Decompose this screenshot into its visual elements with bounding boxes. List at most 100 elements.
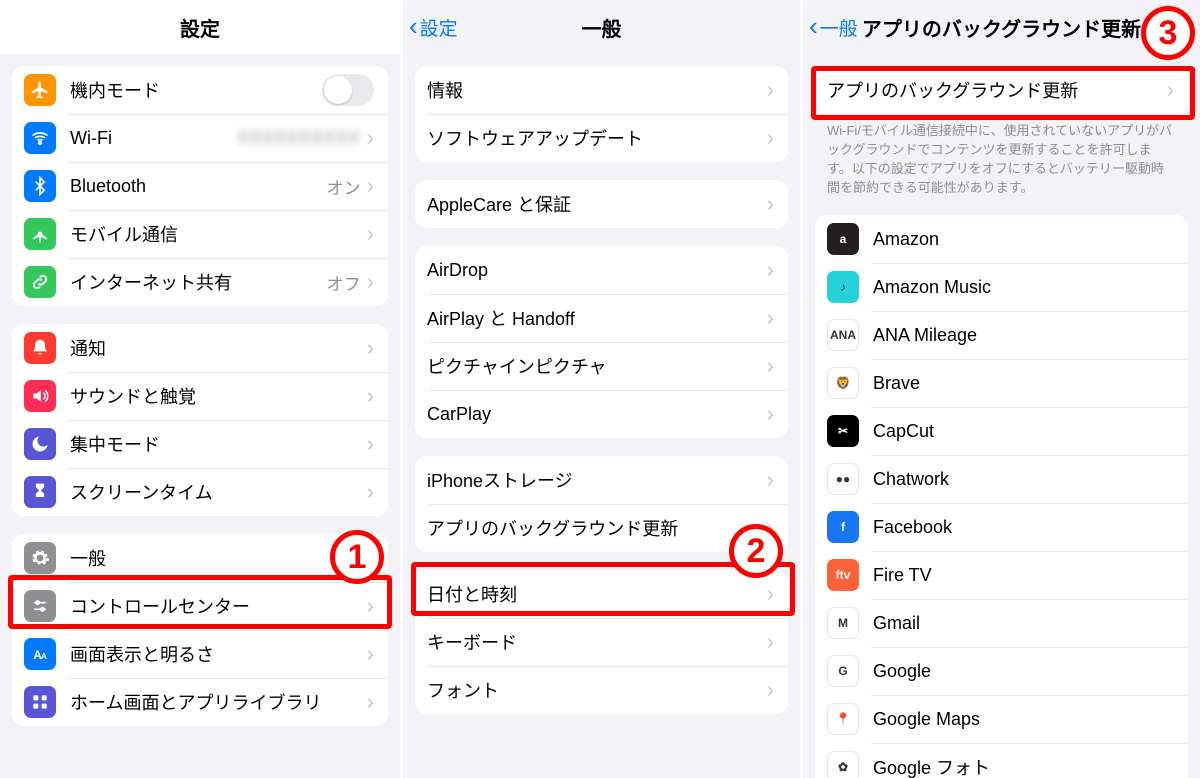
app-row[interactable]: 🦁 Brave (815, 359, 1188, 407)
chevron-right-icon: › (367, 127, 374, 149)
nav-bar: ‹ 設定 一般 (403, 0, 800, 54)
app-row[interactable]: ✿ Google フォト (815, 743, 1188, 778)
nav-bar: ‹ 一般 アプリのバックグラウンド更新 (803, 0, 1200, 54)
airplane-toggle[interactable] (322, 74, 374, 106)
app-icon: f (827, 511, 859, 543)
row-airplay[interactable]: AirPlay と Handoff› (415, 294, 788, 342)
hotspot-status: オフ (327, 270, 361, 295)
chevron-right-icon: › (367, 595, 374, 617)
chevron-right-icon: › (767, 469, 774, 491)
app-icon: ●● (827, 463, 859, 495)
app-icon: ANA (827, 319, 859, 351)
row-software-update[interactable]: ソフトウェアアップデート› (415, 114, 788, 162)
row-label: フォント (427, 677, 767, 703)
row-screentime[interactable]: スクリーンタイム › (12, 468, 388, 516)
row-control-center[interactable]: コントロールセンター › (12, 582, 388, 630)
row-general[interactable]: 一般 › (12, 534, 388, 582)
row-focus[interactable]: 集中モード › (12, 420, 388, 468)
grid-icon (24, 686, 56, 718)
app-icon: 📍 (827, 703, 859, 735)
row-fonts[interactable]: フォント› (415, 666, 788, 714)
row-label: アプリのバックグラウンド更新 (827, 77, 1167, 103)
row-airplane[interactable]: 機内モード (12, 66, 388, 114)
row-airdrop[interactable]: AirDrop› (415, 246, 788, 294)
row-display[interactable]: AA 画面表示と明るさ › (12, 630, 388, 678)
row-label: 通知 (70, 335, 367, 361)
app-row[interactable]: ✂CapCut (815, 407, 1188, 455)
nav-title: アプリのバックグラウンド更新 (862, 13, 1141, 42)
row-label: AirDrop (427, 260, 767, 281)
row-notifications[interactable]: 通知 › (12, 324, 388, 372)
app-label: Amazon (873, 229, 1174, 250)
group-notifications: 通知 › サウンドと触覚 › 集中モード › スクリーンタイム › (12, 324, 388, 516)
app-row[interactable]: M Gmail (815, 599, 1188, 647)
row-iphone-storage[interactable]: iPhoneストレージ› (415, 456, 788, 504)
nav-back-button[interactable]: ‹ 一般 (809, 0, 858, 54)
row-label: AirPlay と Handoff (427, 305, 767, 331)
row-wifi[interactable]: Wi-Fi XXXXXXXXXX › (12, 114, 388, 162)
chevron-right-icon: › (367, 385, 374, 407)
chevron-right-icon: › (1167, 79, 1174, 101)
sliders-icon (24, 590, 56, 622)
chevron-right-icon: › (767, 79, 774, 101)
app-icon: ✿ (827, 751, 859, 778)
airplane-icon (24, 74, 56, 106)
chevron-right-icon: › (367, 481, 374, 503)
chevron-right-icon: › (367, 175, 374, 197)
antenna-icon (24, 218, 56, 250)
app-row[interactable]: GGoogle (815, 647, 1188, 695)
app-label: Gmail (873, 613, 1174, 634)
row-label: 一般 (70, 545, 367, 571)
chevron-right-icon: › (767, 193, 774, 215)
app-icon: 🦁 (827, 367, 859, 399)
group-applecare: AppleCare と保証› (415, 180, 788, 228)
row-home-screen[interactable]: ホーム画面とアプリライブラリ › (12, 678, 388, 726)
row-label: キーボード (427, 629, 767, 655)
row-background-refresh-master[interactable]: アプリのバックグラウンド更新 › (815, 66, 1188, 114)
app-label: Google フォト (873, 754, 1174, 778)
chevron-right-icon: › (767, 127, 774, 149)
row-about[interactable]: 情報› (415, 66, 788, 114)
row-background-refresh[interactable]: アプリのバックグラウンド更新› (415, 504, 788, 552)
row-label: AppleCare と保証 (427, 191, 767, 217)
bell-icon (24, 332, 56, 364)
chevron-right-icon: › (367, 271, 374, 293)
row-pip[interactable]: ピクチャインピクチャ› (415, 342, 788, 390)
row-label: ソフトウェアアップデート (427, 125, 767, 151)
row-cellular[interactable]: モバイル通信 › (12, 210, 388, 258)
app-label: ANA Mileage (873, 325, 1174, 346)
nav-bar: 設定 (0, 0, 400, 54)
chevron-right-icon: › (367, 223, 374, 245)
app-row[interactable]: ●●Chatwork (815, 455, 1188, 503)
text-size-icon: AA (24, 638, 56, 670)
app-row[interactable]: ♪Amazon Music (815, 263, 1188, 311)
row-label: 集中モード (70, 431, 367, 457)
group-bgrefresh-master: アプリのバックグラウンド更新 › (815, 66, 1188, 114)
row-date-time[interactable]: 日付と時刻› (415, 570, 788, 618)
app-row[interactable]: ANA ANA Mileage (815, 311, 1188, 359)
row-label: ホーム画面とアプリライブラリ (70, 689, 367, 715)
row-label: 日付と時刻 (427, 581, 767, 607)
nav-back-button[interactable]: ‹ 設定 (409, 0, 458, 54)
row-keyboard[interactable]: キーボード› (415, 618, 788, 666)
row-applecare[interactable]: AppleCare と保証› (415, 180, 788, 228)
app-icon: ftv (827, 559, 859, 591)
svg-text:A: A (41, 651, 47, 661)
chevron-right-icon: › (767, 403, 774, 425)
app-row[interactable]: aAmazon (815, 215, 1188, 263)
row-bluetooth[interactable]: Bluetooth オン › (12, 162, 388, 210)
app-row[interactable]: ftvFire TV (815, 551, 1188, 599)
app-row[interactable]: fFacebook (815, 503, 1188, 551)
group-storage: iPhoneストレージ› アプリのバックグラウンド更新› (415, 456, 788, 552)
app-icon: M (827, 607, 859, 639)
row-carplay[interactable]: CarPlay› (415, 390, 788, 438)
chevron-right-icon: › (367, 433, 374, 455)
wifi-network: XXXXXXXXXX (237, 128, 360, 148)
app-row[interactable]: 📍Google Maps (815, 695, 1188, 743)
row-hotspot[interactable]: インターネット共有 オフ › (12, 258, 388, 306)
background-refresh-pane: ‹ 一般 アプリのバックグラウンド更新 アプリのバックグラウンド更新 › Wi-… (800, 0, 1200, 778)
app-label: Brave (873, 373, 1174, 394)
row-sound[interactable]: サウンドと触覚 › (12, 372, 388, 420)
row-label: スクリーンタイム (70, 479, 367, 505)
row-label: サウンドと触覚 (70, 383, 367, 409)
